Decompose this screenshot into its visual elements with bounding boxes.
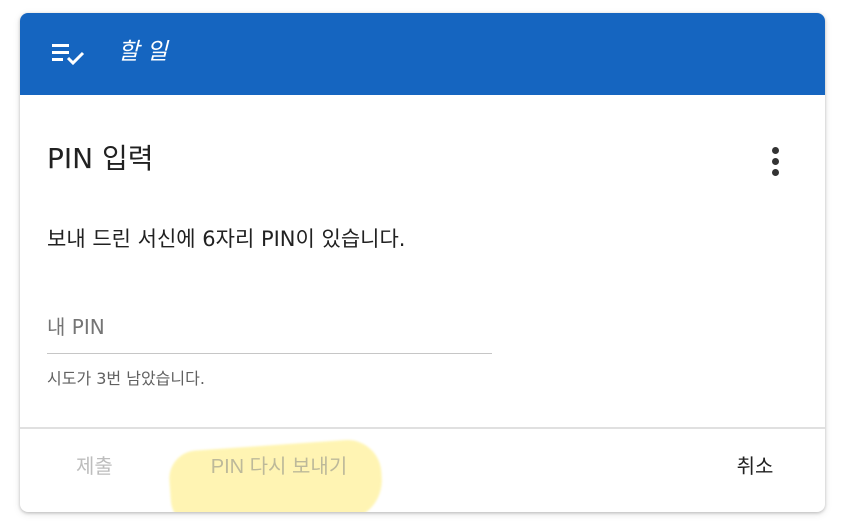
dialog-description: 보내 드린 서신에 6자리 PIN이 있습니다. (47, 227, 406, 251)
resend-pin-button[interactable]: PIN 다시 보내기 (158, 439, 378, 495)
more-options-button[interactable] (760, 141, 790, 181)
more-vert-icon-dot (772, 158, 779, 165)
task-list-check-icon (52, 44, 85, 66)
more-vert-icon (772, 147, 779, 154)
pin-dialog-card: 할 일 PIN 입력 보내 드린 서신에 6자리 PIN이 있습니다. 시도가 … (20, 13, 825, 512)
more-vert-icon-dot (772, 169, 779, 176)
actions-divider (20, 427, 825, 429)
app-title: 할 일 (118, 39, 168, 65)
submit-button[interactable]: 제출 (62, 439, 152, 495)
cancel-button-label: 취소 (736, 456, 774, 478)
dialog-title: PIN 입력 (47, 142, 154, 175)
submit-button-label: 제출 (76, 456, 113, 478)
cancel-button[interactable]: 취소 (710, 439, 800, 495)
resend-pin-button-label: PIN 다시 보내기 (210, 456, 348, 478)
attempts-remaining-text: 시도가 3번 남았습니다. (47, 369, 205, 388)
app-header: 할 일 (20, 13, 825, 95)
pin-input[interactable] (47, 306, 492, 354)
